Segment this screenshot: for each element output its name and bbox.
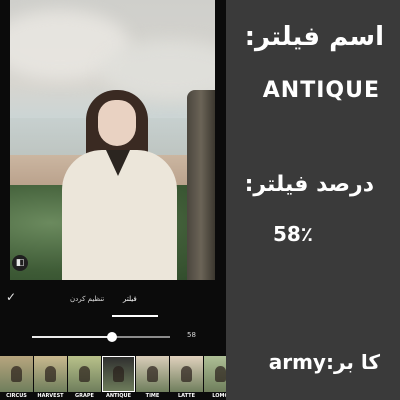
user-credit: army:کا بر [268, 350, 380, 374]
filter-thumbnail [170, 356, 203, 392]
filter-label: GRAPE [75, 393, 94, 399]
filter-thumbnail [34, 356, 67, 392]
filter-label: TIME [145, 393, 160, 399]
filter-thumbnail [136, 356, 169, 392]
tab-filter[interactable]: فیلتر [123, 295, 137, 303]
slider-fill [32, 336, 113, 338]
filter-option-antique[interactable]: ANTIQUE [102, 356, 135, 400]
editor-screenshot: ◧ ✓ تنظیم کردن فیلتر 58 CIRCUS HARVEST GRA… [0, 0, 226, 400]
filter-thumbnail [102, 356, 135, 392]
filter-label: LOMO [212, 393, 226, 399]
filter-name-value: ANTIQUE [262, 78, 380, 103]
filter-option-harvest[interactable]: HARVEST [34, 356, 67, 400]
filter-percent-value: 58٪ [272, 222, 313, 246]
filter-label: HARVEST [37, 393, 64, 399]
filter-thumbnail [204, 356, 226, 392]
filter-percent-label: درصد فیلتر: [244, 172, 374, 197]
slider-handle[interactable] [107, 332, 118, 342]
filter-intensity-slider[interactable] [32, 332, 170, 342]
filter-label: ANTIQUE [105, 393, 132, 399]
check-icon[interactable]: ✓ [6, 290, 16, 304]
filter-option-grape[interactable]: GRAPE [68, 356, 101, 400]
filter-label: CIRCUS [6, 393, 27, 399]
compare-icon[interactable]: ◧ [12, 255, 28, 271]
filter-option-lomo[interactable]: LOMO [204, 356, 226, 400]
photo-preview [10, 0, 215, 280]
filter-thumbnail [68, 356, 101, 392]
filter-option-latte[interactable]: LATTE [170, 356, 203, 400]
filter-thumbnail [0, 356, 33, 392]
slider-value: 58 [187, 331, 196, 339]
filter-name-label: اسم فیلتر: [244, 22, 384, 52]
filter-label: LATTE [177, 393, 196, 399]
active-tab-indicator [112, 315, 158, 317]
filter-option-time[interactable]: TIME [136, 356, 169, 400]
filter-option-circus[interactable]: CIRCUS [0, 356, 33, 400]
filter-strip[interactable]: CIRCUS HARVEST GRAPE ANTIQUE TIME LATTE LOMO [0, 356, 226, 400]
editor-toolbar: ✓ تنظیم کردن فیلتر [0, 282, 226, 322]
tab-adjust[interactable]: تنظیم کردن [70, 295, 104, 303]
